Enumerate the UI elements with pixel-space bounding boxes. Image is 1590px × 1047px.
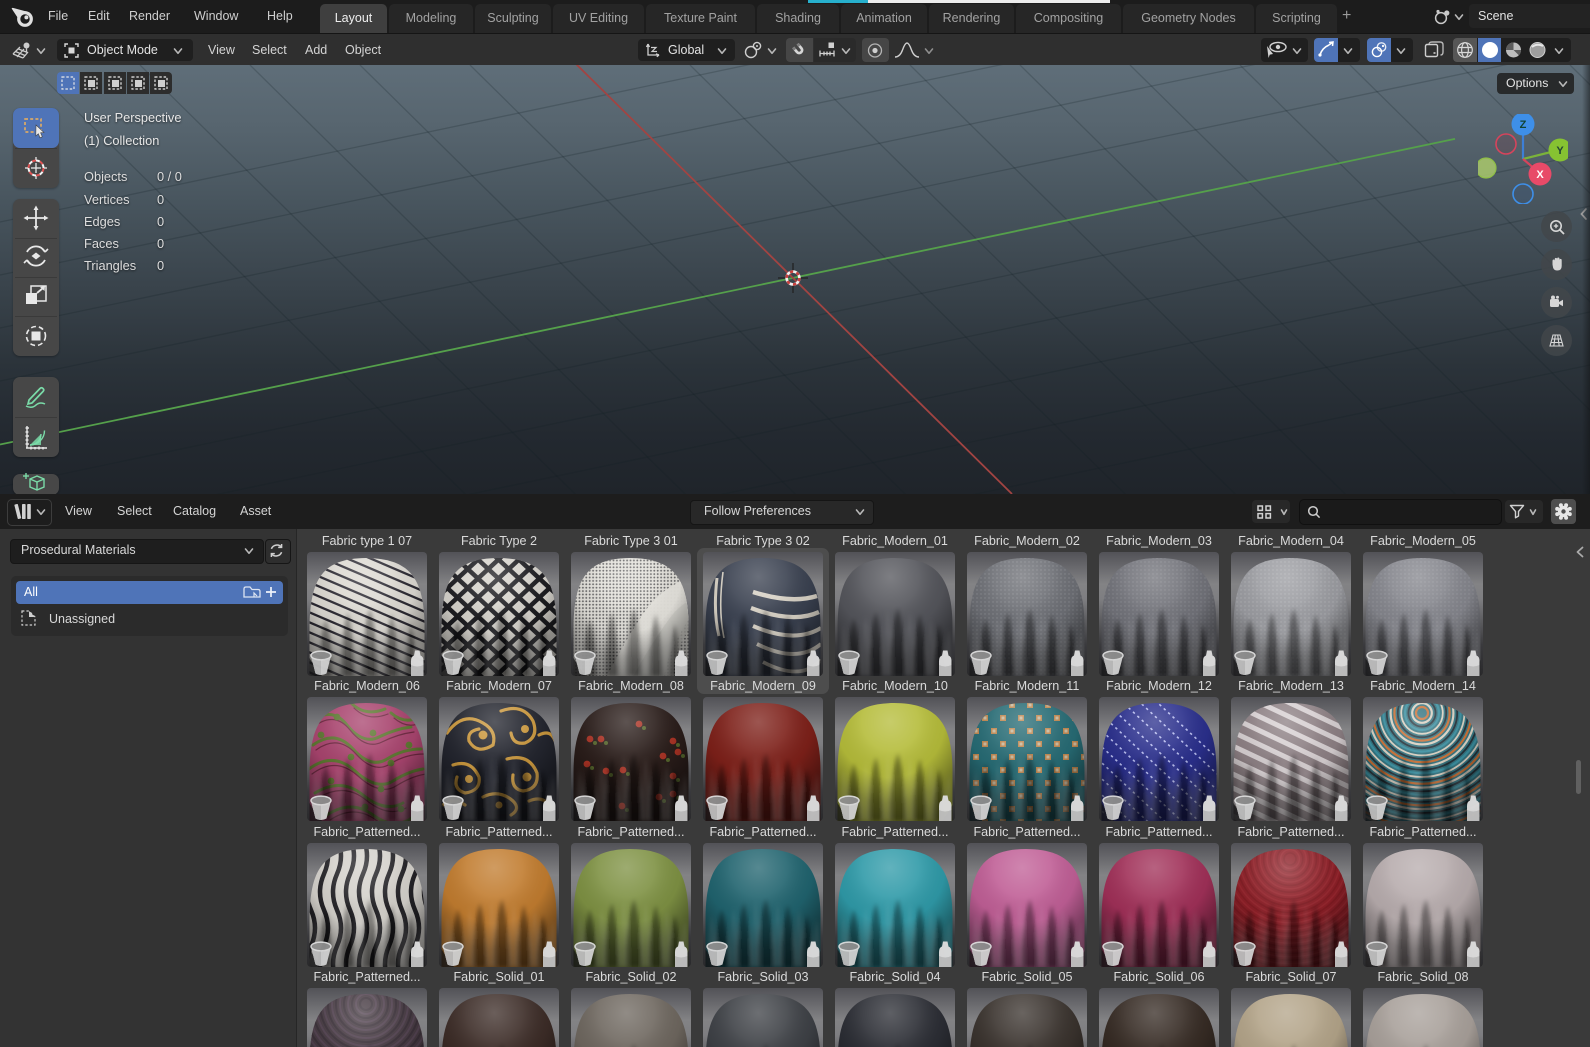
svg-text:X: X <box>1536 169 1544 181</box>
svg-text:Y: Y <box>1556 145 1564 157</box>
svg-text:Z: Z <box>1520 119 1527 131</box>
